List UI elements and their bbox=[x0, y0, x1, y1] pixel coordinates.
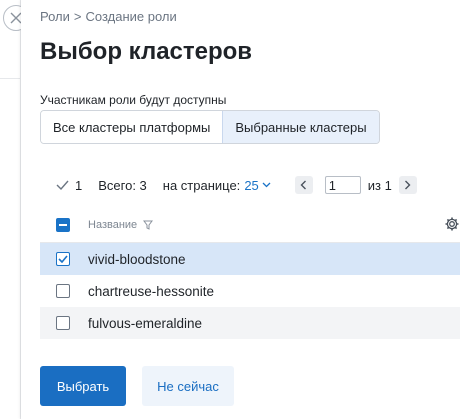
breadcrumb: Роли > Создание роли bbox=[40, 9, 177, 24]
select-all-checkbox[interactable] bbox=[56, 218, 70, 232]
toggle-all-clusters[interactable]: Все кластеры платформы bbox=[41, 111, 223, 143]
chevron-down-icon bbox=[262, 182, 271, 188]
page-number-input[interactable] bbox=[324, 176, 361, 194]
checkmark-icon bbox=[56, 180, 69, 190]
table-row[interactable]: vivid-bloodstone bbox=[40, 243, 460, 275]
prev-page-button[interactable] bbox=[294, 176, 313, 194]
total-pages: 1 bbox=[384, 177, 392, 193]
selected-count: 1 bbox=[75, 177, 83, 193]
page-title: Выбор кластеров bbox=[40, 38, 253, 65]
breadcrumb-current: Создание роли bbox=[85, 9, 177, 24]
cluster-scope-toggle: Все кластеры платформы Выбранные кластер… bbox=[40, 110, 380, 144]
column-name-label: Название bbox=[88, 219, 138, 231]
column-name-header[interactable]: Название bbox=[88, 219, 154, 231]
minus-icon bbox=[59, 224, 67, 226]
chevron-right-icon bbox=[405, 180, 411, 190]
access-label: Участникам роли будут доступны bbox=[40, 93, 227, 107]
toggle-selected-clusters[interactable]: Выбранные кластеры bbox=[222, 111, 379, 143]
filter-icon[interactable] bbox=[143, 220, 154, 230]
pagination-bar: 1 Всего: 3 на странице: 25 из 1 bbox=[56, 172, 446, 198]
chevron-left-icon bbox=[300, 180, 307, 190]
background-page-strip bbox=[0, 0, 21, 419]
per-page-label: на странице: bbox=[162, 177, 241, 193]
of-label: из 1 bbox=[368, 178, 392, 193]
clusters-table: Название vivid-bloodstone chartreuse-hes bbox=[40, 208, 460, 339]
per-page-select[interactable]: 25 bbox=[244, 177, 271, 193]
checkmark-icon bbox=[58, 255, 68, 263]
role-create-panel: Роли > Создание роли Выбор кластеров Участ… bbox=[21, 0, 462, 419]
row-checkbox[interactable] bbox=[56, 252, 70, 266]
cluster-name: chartreuse-hessonite bbox=[88, 283, 215, 299]
row-checkbox[interactable] bbox=[56, 284, 70, 298]
cluster-name: vivid-bloodstone bbox=[88, 251, 186, 267]
cluster-name: fulvous-emeraldine bbox=[88, 315, 203, 331]
table-row[interactable]: fulvous-emeraldine bbox=[40, 307, 460, 339]
table-header: Название bbox=[40, 208, 460, 243]
breadcrumb-roles-link[interactable]: Роли bbox=[40, 9, 70, 24]
of-text: из bbox=[367, 177, 382, 193]
not-now-button[interactable]: Не сейчас bbox=[142, 366, 234, 406]
total-count: Всего: 3 bbox=[98, 177, 147, 193]
per-page-value: 25 bbox=[244, 177, 259, 193]
next-page-button[interactable] bbox=[398, 176, 417, 194]
background-divider bbox=[0, 78, 20, 79]
breadcrumb-separator: > bbox=[73, 9, 82, 24]
select-button[interactable]: Выбрать bbox=[40, 366, 126, 406]
table-row[interactable]: chartreuse-hessonite bbox=[40, 275, 460, 307]
gear-icon[interactable] bbox=[444, 216, 460, 232]
row-checkbox[interactable] bbox=[56, 316, 70, 330]
